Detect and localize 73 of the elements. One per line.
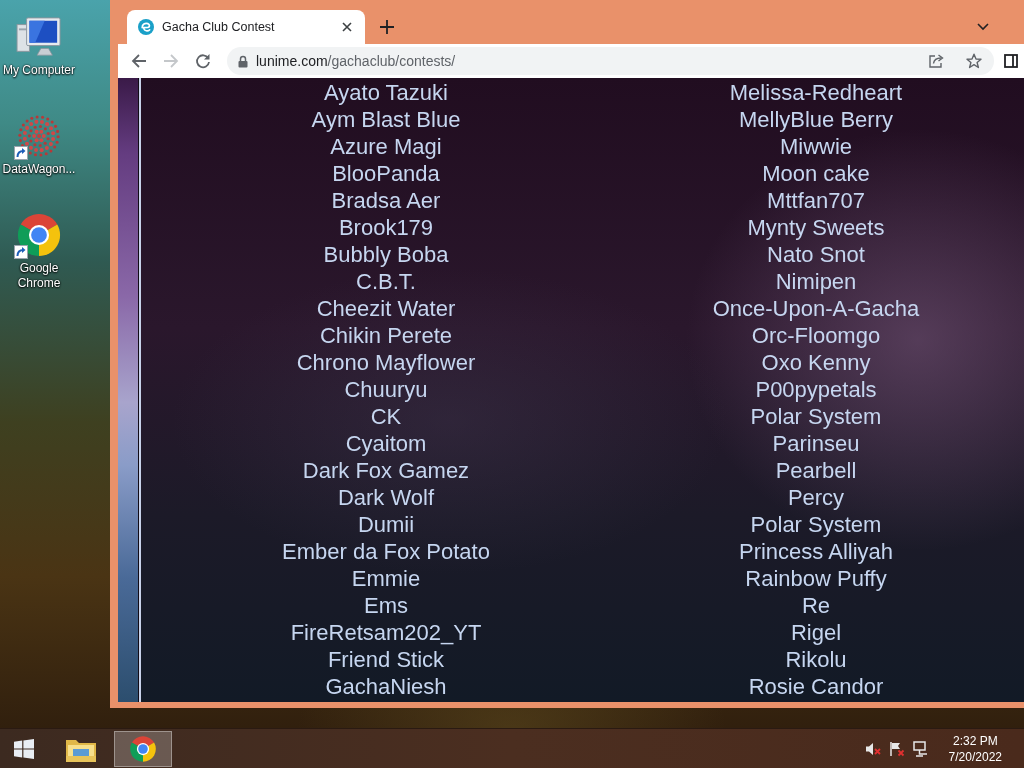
contestant-name: Bradsa Aer — [331, 187, 441, 214]
contestant-name: Princess Alliyah — [738, 538, 894, 565]
contestant-name: Cyaitom — [345, 430, 427, 457]
contestant-name: Dark Wolf — [337, 484, 435, 511]
contestant-name: MellyBlue Berry — [738, 106, 893, 133]
contestant-name: Dumii — [357, 511, 415, 538]
desktop-shortcut[interactable]: DataWagon... — [1, 112, 77, 177]
contestant-name: Once-Upon-A-Gacha — [712, 295, 920, 322]
contestant-name: Nimipen — [775, 268, 857, 295]
computer-icon — [16, 16, 62, 58]
contestant-name: Chrono Mayflower — [296, 349, 476, 376]
contestant-name: Parinseu — [772, 430, 860, 457]
contestant-name: Orc-Floomgo — [751, 322, 881, 349]
window-panes-icon — [14, 738, 34, 759]
network-icon[interactable] — [912, 740, 929, 757]
contestant-name: Polar System — [750, 511, 882, 538]
contestant-name: Cheezit Water — [316, 295, 456, 322]
contestant-name: Polar System — [750, 403, 882, 430]
forward-arrow-icon — [163, 53, 179, 69]
share-icon — [928, 53, 944, 69]
contestant-name: Chikin Perete — [319, 322, 453, 349]
flag-icon[interactable] — [888, 740, 905, 757]
clock-date[interactable]: 7/20/2022 — [948, 748, 1002, 765]
swirl-logo-icon — [138, 19, 154, 35]
contestant-name: Aym Blast Blue — [311, 106, 461, 133]
contestant-name: Rikolu — [785, 646, 847, 673]
contestant-name: BlooPanda — [332, 160, 440, 187]
lock-icon — [238, 54, 248, 68]
clock-time[interactable]: 2:32 PM — [952, 732, 998, 749]
side-panel-icon — [1004, 54, 1018, 68]
close-icon — [342, 22, 352, 32]
contestant-name: Bubbly Boba — [323, 241, 449, 268]
contestant-name: C.B.T. — [356, 268, 416, 295]
contestant-name: Ayato Tazuki — [324, 79, 448, 106]
contestant-name: Melissa-Redheart — [729, 79, 903, 106]
dot-ring-icon — [16, 113, 62, 159]
speaker-icon[interactable] — [864, 740, 881, 757]
address-bar[interactable]: lunime.com/gachaclub/contests/ — [227, 47, 994, 75]
contestant-name: Friend Stick — [327, 646, 445, 673]
contestant-name: Pearbell — [775, 457, 857, 484]
contestant-name: Miwwie — [779, 133, 853, 160]
contestant-name: Mttfan707 — [767, 187, 865, 214]
taskbar-app-button[interactable] — [114, 730, 172, 767]
contestant-name: FireRetsam202_YT — [290, 619, 482, 646]
contestant-name: CK — [370, 403, 402, 430]
contestant-name: Re — [801, 592, 831, 619]
reload-icon — [195, 53, 211, 69]
chevron-down-icon — [977, 23, 989, 31]
contestant-name: Rigel — [790, 619, 842, 646]
contestant-name: Percy — [787, 484, 845, 511]
contestant-name: Ember da Fox Potato — [282, 538, 490, 565]
contestant-name: Oxo Kenny — [761, 349, 871, 376]
star-icon — [966, 53, 982, 69]
contestant-name: Brook179 — [338, 214, 434, 241]
contestant-name: Rosie Candor — [748, 673, 884, 700]
contestant-name: Dark Fox Gamez — [302, 457, 470, 484]
contestant-name: GachaNiesh — [325, 673, 447, 700]
contestant-name: Azure Magi — [330, 133, 442, 160]
url-text: lunime.com/gachaclub/contests/ — [256, 53, 456, 69]
plus-icon — [380, 20, 394, 34]
contestant-name: Nato Snot — [767, 241, 865, 268]
contestant-name: P00pypetals — [755, 376, 877, 403]
browser-logo-icon — [129, 734, 157, 763]
contestant-name: Emmie — [351, 565, 421, 592]
contestant-name: Moon cake — [762, 160, 870, 187]
contestant-name: Chuuryu — [344, 376, 428, 403]
browser-logo-icon — [16, 212, 62, 258]
desktop-shortcut[interactable]: Google Chrome — [1, 211, 77, 291]
contestant-name: Mynty Sweets — [747, 214, 885, 241]
contestant-name: Rainbow Puffy — [745, 565, 887, 592]
browser-tab[interactable]: Gacha Club Contest — [127, 10, 365, 44]
contestant-name: Ems — [364, 592, 408, 619]
back-arrow-icon — [131, 53, 147, 69]
